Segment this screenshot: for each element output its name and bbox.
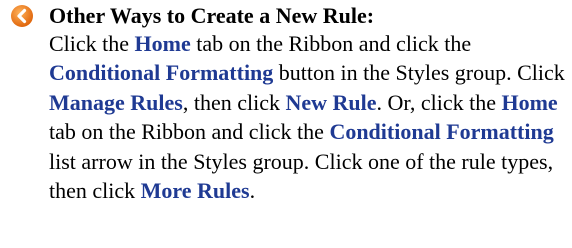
keyword-conditional-formatting: Conditional Formatting (329, 119, 554, 145)
tip-text: tab on the Ribbon and click the (190, 31, 472, 56)
tip-text: button in the Styles group. Click (273, 60, 565, 86)
tip-text: . Or, click the (376, 89, 502, 115)
keyword-home: Home (501, 89, 558, 115)
tip-text: list arrow in the Styles group. Click on… (49, 148, 554, 204)
tip-title: Other Ways to Create a New Rule: (49, 3, 375, 28)
keyword-conditional-formatting: Conditional Formatting (49, 60, 274, 86)
keyword-home: Home (134, 31, 191, 56)
keyword-new-rule: New Rule (285, 89, 377, 115)
tip-circle-icon (10, 4, 34, 28)
keyword-manage-rules: Manage Rules (49, 89, 183, 115)
tip-text: . (249, 178, 256, 204)
tip-text: , then click (182, 89, 286, 115)
tip-body: Click the Home tab on the Ribbon and cli… (49, 29, 569, 205)
tip-text: tab on the Ribbon and click the (49, 119, 330, 145)
tip-text: Click the (49, 31, 135, 56)
keyword-more-rules: More Rules (140, 178, 250, 204)
